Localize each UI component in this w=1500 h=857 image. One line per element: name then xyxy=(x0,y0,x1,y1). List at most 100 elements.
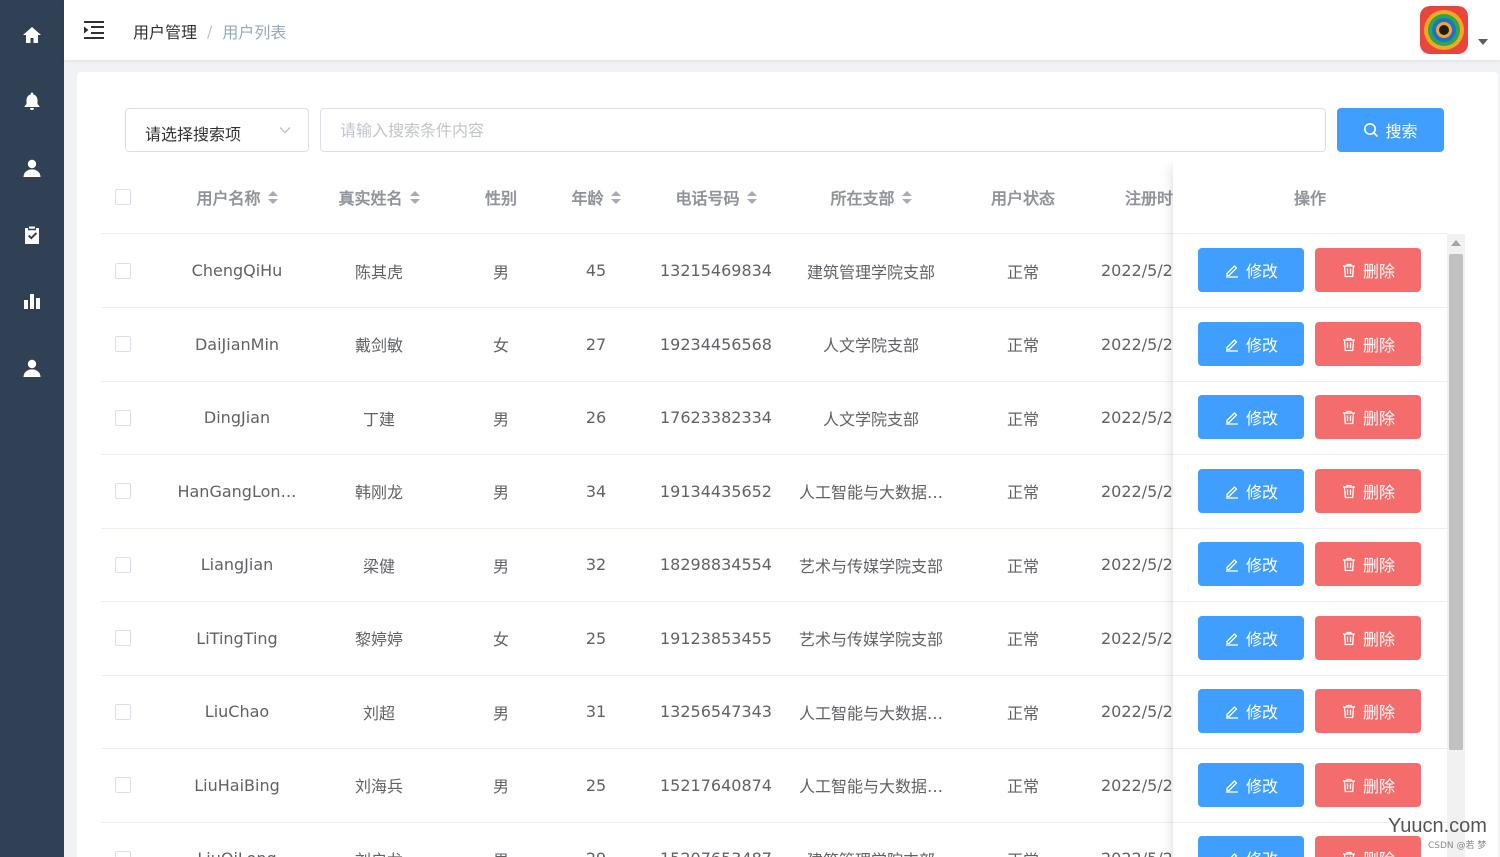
cell-status: 正常 xyxy=(951,455,1095,528)
watermark-sub: CSDN @若 梦 xyxy=(1428,841,1487,851)
trash-icon xyxy=(1342,851,1355,857)
column-header-age[interactable]: 年龄 xyxy=(551,160,641,234)
sidebar-item-notifications[interactable] xyxy=(0,73,64,129)
delete-button[interactable]: 删除 xyxy=(1315,395,1421,439)
delete-button[interactable]: 删除 xyxy=(1315,248,1421,292)
sort-icon[interactable] xyxy=(267,190,278,204)
sidebar xyxy=(0,0,64,857)
row-checkbox[interactable] xyxy=(115,483,131,499)
cell-age-text: 34 xyxy=(585,481,607,501)
sort-icon[interactable] xyxy=(901,190,912,204)
cell-status-text: 正常 xyxy=(1006,336,1039,355)
cell-phone-text: 17623382334 xyxy=(660,408,772,427)
cell-gender-text: 男 xyxy=(492,262,509,282)
delete-button[interactable]: 删除 xyxy=(1315,836,1421,857)
edit-button-label: 修改 xyxy=(1245,556,1278,575)
trash-icon xyxy=(1342,631,1355,645)
cell-username: ChengQiHu xyxy=(167,234,307,307)
cell-phone: 19134435652 xyxy=(641,455,791,528)
scrollbar-thumb[interactable] xyxy=(1449,254,1463,750)
cell-phone-text: 15217640874 xyxy=(660,775,772,795)
cell-realname-text: 刘启龙 xyxy=(355,847,403,857)
cell-branch: 艺术与传媒学院支部 xyxy=(791,602,951,675)
sort-icon[interactable] xyxy=(746,190,757,204)
delete-button[interactable]: 删除 xyxy=(1315,762,1421,807)
cell-register-date-text: 2022/5/20 xyxy=(1101,849,1183,857)
sidebar-item-users[interactable] xyxy=(0,140,64,196)
delete-button[interactable]: 删除 xyxy=(1315,321,1421,366)
row-checkbox[interactable] xyxy=(115,777,131,793)
column-header-phone[interactable]: 电话号码 xyxy=(641,160,791,234)
cell-age-text: 25 xyxy=(585,628,607,648)
cell-username: HanGangLon… xyxy=(167,455,307,528)
menu-fold-icon[interactable] xyxy=(82,18,106,42)
cell-username-text: LiuHaiBing xyxy=(194,775,280,795)
delete-button[interactable]: 删除 xyxy=(1315,468,1421,513)
column-header-branch[interactable]: 所在支部 xyxy=(791,160,951,234)
scroll-up-arrow-icon[interactable] xyxy=(1451,240,1461,246)
search-input[interactable] xyxy=(320,108,1326,152)
edit-button[interactable]: 修改 xyxy=(1198,248,1304,292)
sidebar-item-tasks[interactable] xyxy=(0,207,64,263)
column-header-username[interactable]: 用户名称 xyxy=(167,160,307,234)
cell-gender-text: 男 xyxy=(492,777,509,796)
delete-button-label: 删除 xyxy=(1362,703,1395,722)
cell-gender: 男 xyxy=(451,234,551,307)
edit-button[interactable]: 修改 xyxy=(1198,468,1304,513)
cell-status-text: 正常 xyxy=(1006,262,1039,282)
delete-button[interactable]: 删除 xyxy=(1315,689,1421,733)
avatar-dropdown-caret-icon[interactable] xyxy=(1478,39,1488,45)
table-scrollbar[interactable] xyxy=(1447,234,1465,857)
cell-realname: 陈其虎 xyxy=(309,234,449,307)
cell-status: 正常 xyxy=(951,528,1095,601)
row-checkbox[interactable] xyxy=(115,630,131,646)
edit-button[interactable]: 修改 xyxy=(1198,615,1304,660)
edit-button-label: 修改 xyxy=(1245,482,1278,502)
delete-button-label: 删除 xyxy=(1362,556,1395,575)
sort-icon[interactable] xyxy=(409,190,420,204)
column-header-realname[interactable]: 真实姓名 xyxy=(309,160,449,234)
edit-button-label: 修改 xyxy=(1245,335,1278,355)
cell-realname: 刘启龙 xyxy=(309,822,449,857)
trash-icon xyxy=(1342,410,1355,425)
row-checkbox[interactable] xyxy=(115,850,131,857)
row-checkbox[interactable] xyxy=(115,409,131,426)
search-field-select[interactable]: 请选择搜索项 xyxy=(125,108,309,152)
edit-button[interactable]: 修改 xyxy=(1198,542,1304,586)
cell-status: 正常 xyxy=(951,234,1095,307)
row-checkbox[interactable] xyxy=(115,262,131,279)
edit-button[interactable]: 修改 xyxy=(1198,321,1304,366)
row-actions-cell: 修改 删除 xyxy=(1173,528,1447,602)
cell-realname-text: 韩刚龙 xyxy=(354,483,403,502)
edit-icon xyxy=(1225,559,1238,572)
edit-button[interactable]: 修改 xyxy=(1198,689,1304,733)
sidebar-item-home[interactable] xyxy=(0,7,64,63)
cell-realname-text: 刘海兵 xyxy=(354,777,403,796)
edit-button[interactable]: 修改 xyxy=(1198,762,1304,807)
delete-button-label: 删除 xyxy=(1362,335,1395,355)
cell-branch-text: 艺术与传媒学院支部 xyxy=(798,556,943,576)
column-header-register-date-label: 注册时 xyxy=(1125,189,1174,208)
breadcrumb-item-user-management[interactable]: 用户管理 xyxy=(133,19,197,43)
delete-button[interactable]: 删除 xyxy=(1315,542,1421,586)
cell-age-text: 27 xyxy=(585,334,607,354)
edit-button[interactable]: 修改 xyxy=(1198,836,1304,857)
search-button[interactable]: 搜索 xyxy=(1337,108,1444,152)
row-checkbox[interactable] xyxy=(115,556,131,573)
row-checkbox[interactable] xyxy=(115,336,131,352)
edit-button-label: 修改 xyxy=(1245,703,1278,722)
cell-age: 32 xyxy=(551,528,641,601)
cell-status: 正常 xyxy=(951,308,1095,381)
delete-button[interactable]: 删除 xyxy=(1315,615,1421,660)
cell-phone-text: 19234456568 xyxy=(660,334,772,354)
select-all-checkbox[interactable] xyxy=(115,189,131,205)
avatar[interactable] xyxy=(1420,6,1468,54)
cell-gender: 女 xyxy=(451,308,551,381)
cell-realname-text: 陈其虎 xyxy=(354,262,403,282)
sort-icon[interactable] xyxy=(610,190,621,204)
cell-username-text: DingJian xyxy=(203,408,271,427)
row-checkbox[interactable] xyxy=(115,703,131,720)
sidebar-item-statistics[interactable] xyxy=(0,273,64,329)
edit-button[interactable]: 修改 xyxy=(1198,395,1304,439)
sidebar-item-profile[interactable] xyxy=(0,340,64,396)
